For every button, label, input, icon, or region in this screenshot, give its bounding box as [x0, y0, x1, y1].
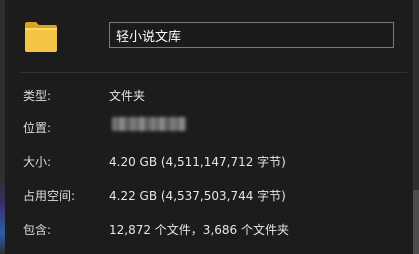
scrollbar[interactable] — [413, 0, 419, 254]
disk-size-row: 占用空间: 4.22 GB (4,537,503,744 字节) — [0, 187, 410, 205]
divider — [20, 72, 407, 73]
contains-row: 包含: 12,872 个文件，3,686 个文件夹 — [0, 221, 410, 239]
disk-size-value: 4.22 GB (4,537,503,744 字节) — [109, 189, 286, 203]
location-row: 位置: — [0, 119, 410, 137]
type-row: 类型: 文件夹 — [0, 87, 410, 105]
size-label: 大小: — [23, 155, 52, 169]
disk-size-label: 占用空间: — [23, 189, 76, 203]
type-label: 类型: — [23, 89, 52, 103]
folder-name-input[interactable] — [109, 22, 394, 48]
contains-value: 12,872 个文件，3,686 个文件夹 — [109, 223, 289, 237]
size-row: 大小: 4.20 GB (4,511,147,712 字节) — [0, 153, 410, 171]
folder-icon — [25, 22, 57, 52]
location-value-redacted — [112, 117, 186, 131]
size-value: 4.20 GB (4,511,147,712 字节) — [109, 155, 286, 169]
type-value: 文件夹 — [109, 89, 146, 103]
location-label: 位置: — [23, 121, 52, 135]
contains-label: 包含: — [23, 223, 52, 237]
